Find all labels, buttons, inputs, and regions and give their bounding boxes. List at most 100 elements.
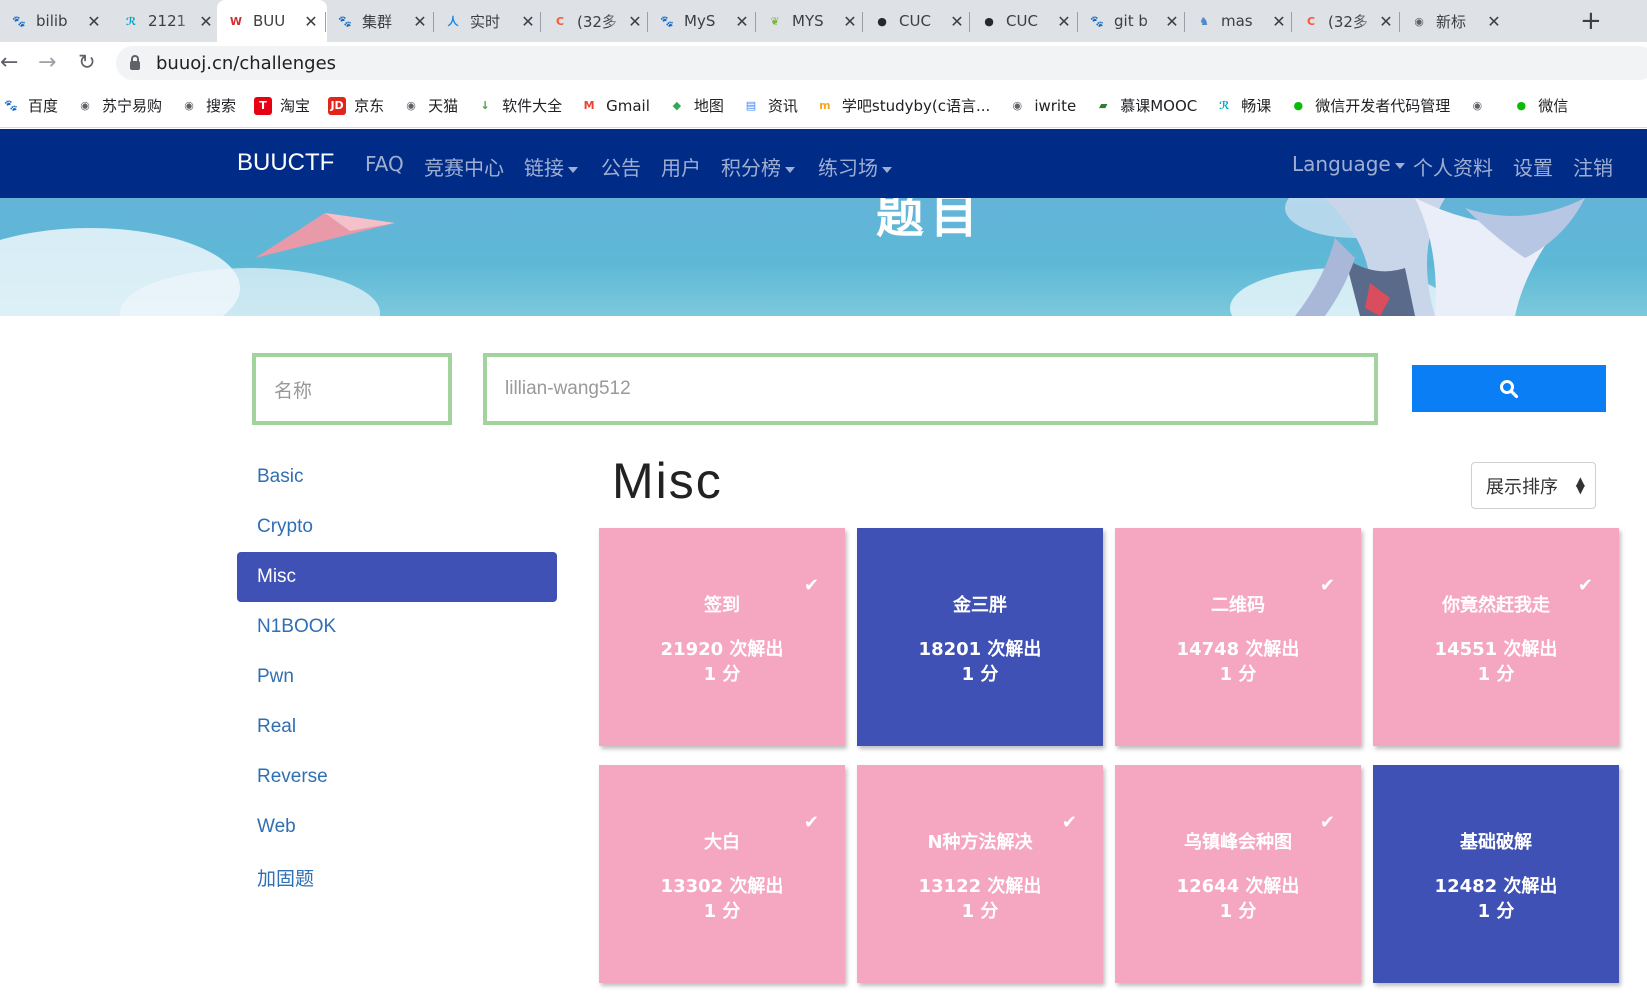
browser-tab[interactable]: C (32多 ✕ (1292, 0, 1402, 42)
close-icon[interactable]: ✕ (842, 12, 858, 31)
nav-logout[interactable]: 注销 (1573, 152, 1613, 181)
challenge-card[interactable]: 基础破解 12482 次解出 1 分 (1373, 765, 1619, 983)
challenge-points: 1 分 (1219, 664, 1257, 685)
nav-settings[interactable]: 设置 (1513, 152, 1553, 181)
nav-competitions[interactable]: 竞赛中心 (424, 152, 504, 181)
url-field[interactable]: buuoj.cn/challenges (116, 46, 1647, 80)
bookmark-item[interactable]: ℛ 畅课 (1215, 95, 1271, 116)
reload-icon[interactable]: ↻ (78, 50, 96, 74)
browser-tab[interactable]: ❦ MYS ✕ (756, 0, 866, 42)
bookmark-item[interactable]: m 学吧studyby(c语言... (816, 95, 990, 116)
bookmark-item[interactable]: ▰ 慕课MOOC (1094, 95, 1197, 116)
user-search-input[interactable]: lillian-wang512 (483, 353, 1378, 425)
sidebar-item-web[interactable]: Web (237, 802, 557, 852)
bookmark-item[interactable]: ● 微信 (1512, 95, 1568, 116)
browser-tab[interactable]: C (32多 ✕ (541, 0, 651, 42)
bookmark-item[interactable]: ◉ iwrite (1008, 97, 1077, 115)
bookmark-item[interactable]: M Gmail (580, 97, 650, 115)
browser-tab[interactable]: 🐾 bilib ✕ (0, 0, 110, 42)
close-icon[interactable]: ✕ (1056, 12, 1072, 31)
browser-tab[interactable]: 🐾 MyS ✕ (648, 0, 758, 42)
challenge-card[interactable]: 大白 13302 次解出 1 分 ✔ (599, 765, 845, 983)
browser-tab[interactable]: ● CUC ✕ (970, 0, 1080, 42)
search-button[interactable] (1412, 365, 1606, 412)
close-icon[interactable]: ✕ (1486, 12, 1502, 31)
sort-select[interactable]: 展示排序 ▲ ▼ (1471, 462, 1596, 509)
back-icon[interactable]: ← (0, 50, 18, 75)
nav-links[interactable]: 链接 (524, 152, 578, 181)
close-icon[interactable]: ✕ (627, 12, 643, 31)
close-icon[interactable]: ✕ (1378, 12, 1394, 31)
sidebar-item-pwn[interactable]: Pwn (237, 652, 557, 702)
nav-scoreboard[interactable]: 积分榜 (721, 152, 795, 181)
bookmark-item[interactable]: JD 京东 (328, 95, 384, 116)
browser-tab[interactable]: ℛ 2121 ✕ (112, 0, 222, 42)
forward-icon[interactable]: → (38, 50, 56, 75)
baidu-icon: 🐾 (660, 14, 674, 28)
bookmark-item[interactable]: T 淘宝 (254, 95, 310, 116)
close-icon[interactable]: ✕ (1271, 12, 1287, 31)
bookmark-item[interactable]: 🐾 百度 (2, 95, 58, 116)
csdn-icon: C (555, 14, 565, 28)
close-icon[interactable]: ✕ (949, 12, 965, 31)
sidebar-item-加固题[interactable]: 加固题 (237, 852, 557, 902)
bookmark-item[interactable]: ▤ 资讯 (742, 95, 798, 116)
browser-tab[interactable]: 🐾 集群 ✕ (326, 0, 436, 42)
bookmark-label: 畅课 (1241, 97, 1272, 115)
challenge-card[interactable]: 你竟然赶我走 14551 次解出 1 分 ✔ (1373, 528, 1619, 746)
anime-character-illustration (1285, 198, 1585, 316)
bookmark-item[interactable]: ◉ 搜索 (180, 95, 236, 116)
close-icon[interactable]: ✕ (1164, 12, 1180, 31)
close-icon[interactable]: ✕ (198, 12, 214, 31)
tab-divider (325, 12, 326, 32)
browser-tab[interactable]: ♞ mas ✕ (1185, 0, 1295, 42)
nav-practice[interactable]: 练习场 (818, 152, 892, 181)
sidebar-item-misc[interactable]: Misc (237, 552, 557, 602)
nav-language[interactable]: Language (1292, 152, 1405, 176)
sidebar-item-reverse[interactable]: Reverse (237, 752, 557, 802)
close-icon[interactable]: ✕ (520, 12, 536, 31)
browser-tab[interactable]: ◉ 新标 ✕ (1400, 0, 1510, 42)
bookmark-item[interactable]: ◉ 苏宁易购 (76, 95, 162, 116)
close-icon[interactable]: ✕ (86, 12, 102, 31)
nav-users[interactable]: 用户 (661, 152, 701, 181)
challenge-card[interactable]: 金三胖 18201 次解出 1 分 (857, 528, 1103, 746)
brand-logo[interactable]: BUUCTF (237, 149, 334, 177)
solved-check-icon: ✔ (803, 812, 819, 833)
globe-icon: ◉ (80, 99, 90, 112)
buuctf-icon: W (229, 14, 243, 28)
tab-divider (755, 12, 756, 32)
close-icon[interactable]: ✕ (734, 12, 750, 31)
challenge-card[interactable]: 签到 21920 次解出 1 分 ✔ (599, 528, 845, 746)
challenge-card[interactable]: N种方法解决 13122 次解出 1 分 ✔ (857, 765, 1103, 983)
bookmark-label: 苏宁易购 (102, 97, 163, 115)
paper-plane-icon (255, 213, 395, 258)
browser-tab[interactable]: W BUU ✕ (217, 0, 327, 42)
sidebar-item-real[interactable]: Real (237, 702, 557, 752)
bookmark-item[interactable]: ◆ 地图 (668, 95, 724, 116)
bookmark-label: 资讯 (767, 97, 798, 115)
browser-tab[interactable]: 🐾 git b ✕ (1078, 0, 1188, 42)
tab-divider (433, 12, 434, 32)
url-text: buuoj.cn/challenges (156, 52, 337, 74)
sidebar-item-n1book[interactable]: N1BOOK (237, 602, 557, 652)
bookmark-item[interactable]: ↓ 软件大全 (476, 95, 562, 116)
bookmark-item[interactable]: ● 微信开发者代码管理 (1289, 95, 1450, 116)
sidebar-item-crypto[interactable]: Crypto (237, 502, 557, 552)
challenge-points: 1 分 (1477, 901, 1515, 922)
bookmark-item[interactable]: ◉ 天猫 (402, 95, 458, 116)
nav-profile[interactable]: 个人资料 (1413, 152, 1493, 181)
nav-announcements[interactable]: 公告 (601, 152, 641, 181)
browser-tab[interactable]: ● CUC ✕ (863, 0, 973, 42)
browser-tab[interactable]: 人实时 ✕ (434, 0, 544, 42)
sidebar-item-basic[interactable]: Basic (237, 452, 557, 502)
close-icon[interactable]: ✕ (303, 12, 319, 31)
bookmark-item[interactable]: ◉ (1468, 97, 1494, 115)
challenge-card[interactable]: 乌镇峰会种图 12644 次解出 1 分 ✔ (1115, 765, 1361, 983)
close-icon[interactable]: ✕ (412, 12, 428, 31)
name-search-input[interactable]: 名称 (252, 353, 452, 425)
new-tab-button[interactable]: + (1580, 6, 1602, 36)
challenge-card[interactable]: 二维码 14748 次解出 1 分 ✔ (1115, 528, 1361, 746)
studyby-icon: m (819, 99, 831, 112)
nav-faq[interactable]: FAQ (365, 152, 404, 176)
